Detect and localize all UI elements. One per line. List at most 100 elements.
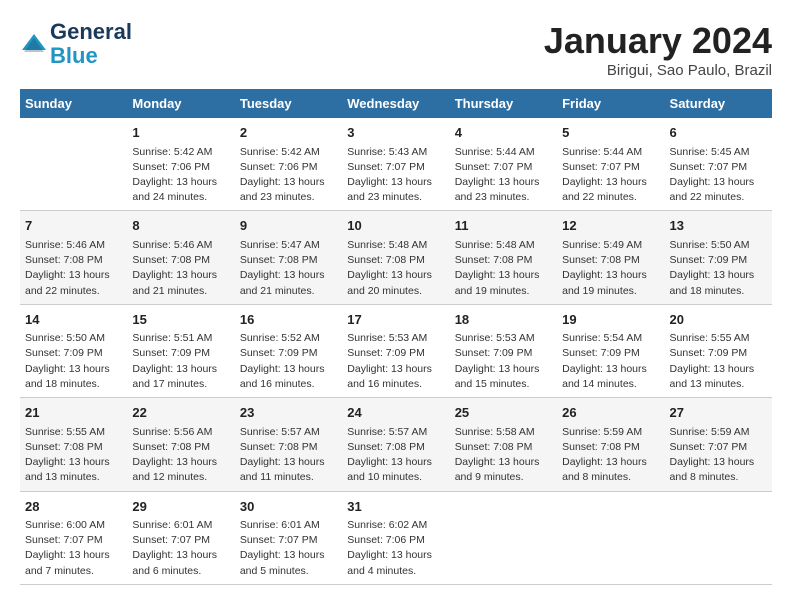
cell-info: Daylight: 13 hours	[455, 362, 552, 377]
day-number: 21	[25, 403, 122, 423]
cell-info: Sunset: 7:06 PM	[132, 160, 229, 175]
calendar-cell: 12Sunrise: 5:49 AMSunset: 7:08 PMDayligh…	[557, 211, 664, 304]
calendar-cell: 20Sunrise: 5:55 AMSunset: 7:09 PMDayligh…	[665, 304, 772, 397]
cell-info: Sunrise: 6:01 AM	[240, 518, 337, 533]
calendar-cell: 31Sunrise: 6:02 AMSunset: 7:06 PMDayligh…	[342, 491, 449, 584]
calendar-cell: 7Sunrise: 5:46 AMSunset: 7:08 PMDaylight…	[20, 211, 127, 304]
cell-info: and 23 minutes.	[347, 190, 444, 205]
cell-info: Sunset: 7:08 PM	[562, 440, 659, 455]
location-subtitle: Birigui, Sao Paulo, Brazil	[544, 62, 772, 79]
cell-info: Daylight: 13 hours	[132, 175, 229, 190]
cell-info: Sunrise: 5:48 AM	[347, 238, 444, 253]
cell-info: and 20 minutes.	[347, 284, 444, 299]
calendar-cell: 15Sunrise: 5:51 AMSunset: 7:09 PMDayligh…	[127, 304, 234, 397]
calendar-cell: 24Sunrise: 5:57 AMSunset: 7:08 PMDayligh…	[342, 398, 449, 491]
cell-info: Daylight: 13 hours	[240, 455, 337, 470]
day-number: 11	[455, 216, 552, 236]
cell-info: Sunset: 7:07 PM	[347, 160, 444, 175]
day-number: 19	[562, 310, 659, 330]
calendar-cell: 18Sunrise: 5:53 AMSunset: 7:09 PMDayligh…	[450, 304, 557, 397]
calendar-cell: 2Sunrise: 5:42 AMSunset: 7:06 PMDaylight…	[235, 118, 342, 211]
cell-info: Sunrise: 5:49 AM	[562, 238, 659, 253]
cell-info: Sunrise: 5:59 AM	[670, 425, 767, 440]
cell-info: and 22 minutes.	[670, 190, 767, 205]
cell-info: Daylight: 13 hours	[132, 362, 229, 377]
cell-info: Daylight: 13 hours	[455, 175, 552, 190]
calendar-cell: 21Sunrise: 5:55 AMSunset: 7:08 PMDayligh…	[20, 398, 127, 491]
cell-info: Daylight: 13 hours	[240, 268, 337, 283]
logo-text: GeneralBlue	[50, 20, 132, 68]
day-number: 4	[455, 123, 552, 143]
week-row-1: 1Sunrise: 5:42 AMSunset: 7:06 PMDaylight…	[20, 118, 772, 211]
day-number: 28	[25, 497, 122, 517]
calendar-cell: 10Sunrise: 5:48 AMSunset: 7:08 PMDayligh…	[342, 211, 449, 304]
calendar-cell: 9Sunrise: 5:47 AMSunset: 7:08 PMDaylight…	[235, 211, 342, 304]
column-header-monday: Monday	[127, 89, 234, 118]
calendar-cell: 3Sunrise: 5:43 AMSunset: 7:07 PMDaylight…	[342, 118, 449, 211]
day-number: 29	[132, 497, 229, 517]
calendar-cell: 1Sunrise: 5:42 AMSunset: 7:06 PMDaylight…	[127, 118, 234, 211]
cell-info: Sunrise: 5:53 AM	[347, 331, 444, 346]
cell-info: Sunset: 7:08 PM	[240, 253, 337, 268]
cell-info: and 19 minutes.	[562, 284, 659, 299]
cell-info: Daylight: 13 hours	[240, 362, 337, 377]
cell-info: Sunset: 7:07 PM	[240, 533, 337, 548]
cell-info: Sunset: 7:08 PM	[347, 253, 444, 268]
cell-info: Sunrise: 5:42 AM	[240, 145, 337, 160]
cell-info: Sunrise: 5:54 AM	[562, 331, 659, 346]
cell-info: Daylight: 13 hours	[562, 175, 659, 190]
cell-info: Sunset: 7:08 PM	[25, 440, 122, 455]
calendar-cell: 4Sunrise: 5:44 AMSunset: 7:07 PMDaylight…	[450, 118, 557, 211]
cell-info: Sunrise: 6:00 AM	[25, 518, 122, 533]
cell-info: Daylight: 13 hours	[670, 362, 767, 377]
cell-info: Daylight: 13 hours	[347, 268, 444, 283]
calendar-cell: 29Sunrise: 6:01 AMSunset: 7:07 PMDayligh…	[127, 491, 234, 584]
day-number: 23	[240, 403, 337, 423]
cell-info: Sunrise: 6:02 AM	[347, 518, 444, 533]
calendar-cell	[557, 491, 664, 584]
day-number: 5	[562, 123, 659, 143]
cell-info: Sunrise: 5:46 AM	[25, 238, 122, 253]
cell-info: Sunrise: 5:55 AM	[25, 425, 122, 440]
cell-info: Sunrise: 5:52 AM	[240, 331, 337, 346]
cell-info: Daylight: 13 hours	[562, 455, 659, 470]
cell-info: Daylight: 13 hours	[132, 548, 229, 563]
day-number: 26	[562, 403, 659, 423]
header-row: SundayMondayTuesdayWednesdayThursdayFrid…	[20, 89, 772, 118]
cell-info: and 6 minutes.	[132, 564, 229, 579]
cell-info: Sunset: 7:09 PM	[132, 346, 229, 361]
cell-info: Sunset: 7:08 PM	[455, 253, 552, 268]
week-row-4: 21Sunrise: 5:55 AMSunset: 7:08 PMDayligh…	[20, 398, 772, 491]
day-number: 9	[240, 216, 337, 236]
day-number: 17	[347, 310, 444, 330]
day-number: 20	[670, 310, 767, 330]
column-header-thursday: Thursday	[450, 89, 557, 118]
page-header: GeneralBlue January 2024 Birigui, Sao Pa…	[20, 20, 772, 79]
cell-info: Sunset: 7:07 PM	[562, 160, 659, 175]
cell-info: and 5 minutes.	[240, 564, 337, 579]
cell-info: Daylight: 13 hours	[132, 455, 229, 470]
cell-info: and 19 minutes.	[455, 284, 552, 299]
cell-info: Sunset: 7:09 PM	[455, 346, 552, 361]
cell-info: Daylight: 13 hours	[240, 548, 337, 563]
cell-info: and 13 minutes.	[25, 470, 122, 485]
cell-info: and 16 minutes.	[347, 377, 444, 392]
day-number: 16	[240, 310, 337, 330]
cell-info: and 23 minutes.	[455, 190, 552, 205]
cell-info: Sunrise: 6:01 AM	[132, 518, 229, 533]
day-number: 7	[25, 216, 122, 236]
cell-info: and 9 minutes.	[455, 470, 552, 485]
cell-info: and 11 minutes.	[240, 470, 337, 485]
cell-info: Sunset: 7:09 PM	[670, 253, 767, 268]
calendar-cell: 14Sunrise: 5:50 AMSunset: 7:09 PMDayligh…	[20, 304, 127, 397]
cell-info: Sunrise: 5:48 AM	[455, 238, 552, 253]
cell-info: Daylight: 13 hours	[670, 175, 767, 190]
cell-info: Sunset: 7:07 PM	[670, 160, 767, 175]
cell-info: Daylight: 13 hours	[347, 362, 444, 377]
cell-info: Sunrise: 5:53 AM	[455, 331, 552, 346]
cell-info: Daylight: 13 hours	[132, 268, 229, 283]
calendar-cell: 28Sunrise: 6:00 AMSunset: 7:07 PMDayligh…	[20, 491, 127, 584]
cell-info: Sunset: 7:09 PM	[670, 346, 767, 361]
cell-info: Sunrise: 5:57 AM	[240, 425, 337, 440]
cell-info: Sunrise: 5:43 AM	[347, 145, 444, 160]
